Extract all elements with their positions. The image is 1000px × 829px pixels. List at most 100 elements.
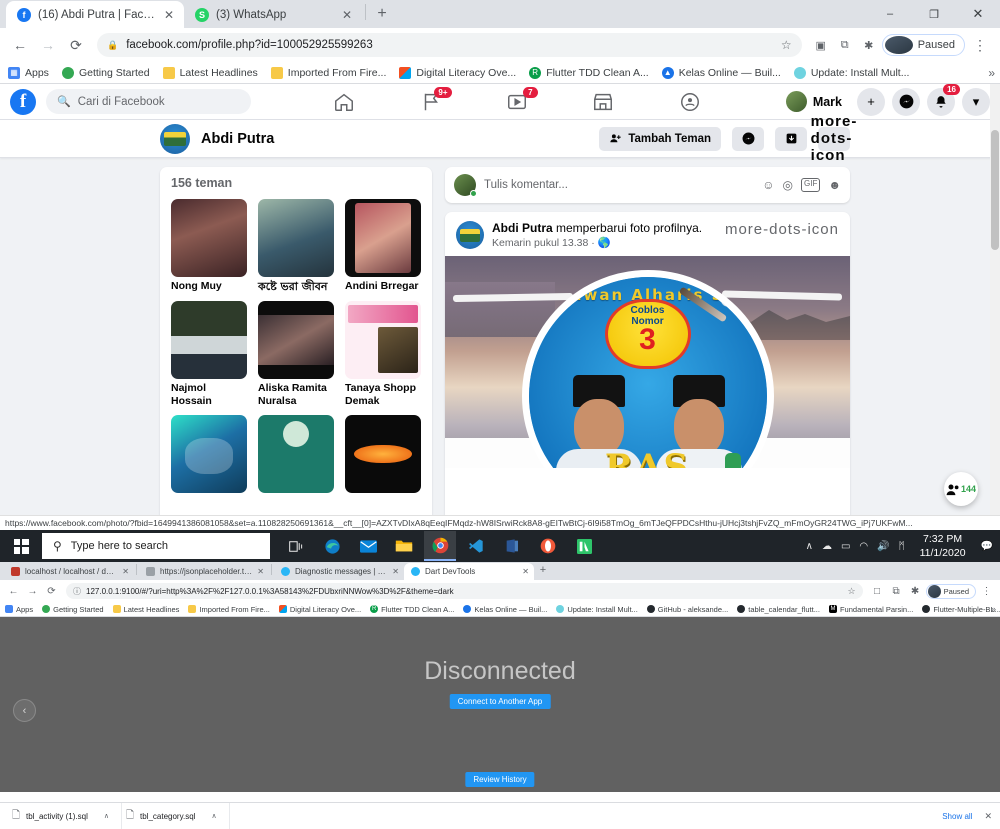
post-author-avatar[interactable]: [456, 221, 484, 249]
bookmark-apps[interactable]: Apps: [5, 605, 33, 614]
tab-diagnostic-messages[interactable]: Diagnostic messages | Dart ✕: [274, 563, 404, 580]
bookmark-flutter-tdd[interactable]: RFlutter TDD Clean A...: [370, 605, 454, 614]
extensions-puzzle-icon[interactable]: ✱: [858, 34, 880, 56]
bookmark-digital-literacy[interactable]: Digital Literacy Ove...: [399, 67, 516, 79]
account-menu-button[interactable]: ▾: [962, 88, 990, 116]
bookmark-update-install[interactable]: Update: Install Mult...: [556, 605, 637, 614]
bookmark-getting-started[interactable]: Getting Started: [62, 67, 150, 79]
bookmark-github-aleksander[interactable]: GitHub - aleksande...: [647, 605, 728, 614]
back-icon[interactable]: ←: [7, 32, 33, 58]
bookmark-update-install[interactable]: Update: Install Mult...: [794, 67, 910, 79]
opera-icon[interactable]: [532, 531, 564, 561]
bookmark-imported-from-firefox[interactable]: Imported From Fire...: [271, 67, 387, 79]
reload-icon[interactable]: ⟳: [43, 583, 60, 600]
back-icon[interactable]: ←: [5, 583, 22, 600]
start-button[interactable]: [0, 530, 42, 562]
chevron-up-icon[interactable]: ∧: [104, 812, 109, 820]
nav-home[interactable]: [324, 88, 364, 116]
address-bar-2[interactable]: ⓘ 127.0.0.1:9100/#/?uri=http%3A%2F%2F127…: [66, 583, 863, 599]
screenshot-extension-icon[interactable]: ⧉: [888, 583, 905, 600]
friend-item[interactable]: Tanaya Shopp Demak: [345, 301, 421, 408]
forward-icon[interactable]: →: [24, 583, 41, 600]
chrome-menu-icon[interactable]: ⋮: [978, 583, 995, 600]
screenshot-extension-icon[interactable]: ⧉: [834, 34, 856, 56]
pocket-extension-icon[interactable]: ▣: [810, 34, 832, 56]
post-more-icon[interactable]: more-dots-icon: [725, 221, 839, 238]
clock[interactable]: 7:32 PM 11/1/2020: [914, 532, 972, 560]
friend-item[interactable]: [258, 415, 334, 493]
show-hidden-icons[interactable]: ∧: [806, 541, 813, 552]
nav-pages[interactable]: 9+: [411, 88, 451, 116]
volume-icon[interactable]: 🔊: [877, 541, 889, 552]
bookmark-star-icon[interactable]: ☆: [781, 38, 792, 52]
maximize-button[interactable]: ❐: [912, 0, 956, 28]
comment-input[interactable]: Tulis komentar...: [484, 179, 754, 191]
new-tab-button[interactable]: +: [369, 1, 395, 27]
messenger-button[interactable]: [892, 88, 920, 116]
review-history-button[interactable]: Review History: [465, 772, 534, 787]
new-tab-button[interactable]: +: [534, 561, 552, 579]
comment-composer[interactable]: Tulis komentar... ☺ ◎ GIF ☻: [445, 167, 850, 203]
chat-bubble[interactable]: 144: [944, 472, 978, 506]
friend-item[interactable]: কষ্টে ভরা জীবন: [258, 199, 334, 294]
close-icon[interactable]: ✕: [122, 567, 129, 576]
mail-icon[interactable]: [352, 531, 384, 561]
onedrive-icon[interactable]: ☁: [822, 541, 832, 552]
bookmark-table-calendar[interactable]: table_calendar_flutt...: [737, 605, 820, 614]
chrome-menu-icon[interactable]: ⋮: [967, 32, 993, 58]
notification-icon[interactable]: 💬: [981, 541, 993, 552]
close-icon[interactable]: ✕: [257, 567, 264, 576]
extension-icon-1[interactable]: □: [869, 583, 886, 600]
word-icon[interactable]: [496, 531, 528, 561]
tab-jsonplaceholder[interactable]: https://jsonplaceholder.typicode ✕: [139, 563, 269, 580]
scrollbar-thumb[interactable]: [991, 130, 999, 250]
friend-item[interactable]: Nong Muy: [171, 199, 247, 294]
more-options-button[interactable]: more-dots-icon: [818, 127, 850, 151]
account-chip[interactable]: Mark: [783, 89, 850, 114]
bookmark-digital-literacy[interactable]: Digital Literacy Ove...: [279, 605, 361, 614]
bookmarks-overflow-icon[interactable]: »: [988, 66, 995, 80]
back-arrow-button[interactable]: ‹: [13, 699, 36, 722]
profile-avatar[interactable]: [160, 124, 190, 154]
bookmark-kelas-online[interactable]: ▲Kelas Online — Buil...: [662, 67, 781, 79]
info-icon[interactable]: ⓘ: [73, 586, 81, 597]
profile-paused-chip[interactable]: Paused: [882, 34, 965, 56]
camera-icon[interactable]: ◎: [783, 178, 793, 192]
file-explorer-icon[interactable]: [388, 531, 420, 561]
bookmark-getting-started[interactable]: Getting Started: [42, 605, 103, 614]
connect-to-another-app-button[interactable]: Connect to Another App: [450, 694, 551, 709]
profile-paused-chip-2[interactable]: Paused: [926, 584, 976, 599]
gif-icon[interactable]: GIF: [801, 178, 820, 192]
bookmarks-overflow-icon[interactable]: »: [991, 604, 996, 614]
bookmark-flutter-multiple-bloc[interactable]: Flutter-Multiple-BL...: [922, 605, 1000, 614]
create-button[interactable]: +: [857, 88, 885, 116]
search-input[interactable]: 🔍 Cari di Facebook: [46, 89, 251, 114]
bookmark-latest-headlines[interactable]: Latest Headlines: [113, 605, 180, 614]
edge-icon[interactable]: [316, 531, 348, 561]
forward-icon[interactable]: →: [35, 32, 61, 58]
bookmark-fundamental-parsing[interactable]: MFundamental Parsin...: [829, 605, 913, 614]
bluetooth-icon[interactable]: ᛗ: [899, 541, 905, 552]
emoji-icon[interactable]: ☺: [762, 178, 774, 192]
close-icon[interactable]: ✕: [163, 8, 175, 22]
tab-facebook[interactable]: f (16) Abdi Putra | Facebook ✕: [6, 1, 184, 28]
minimize-button[interactable]: –: [868, 0, 912, 28]
chevron-up-icon[interactable]: ∧: [211, 812, 216, 820]
download-item[interactable]: 🗋 tbl_category.sql ∧: [122, 803, 230, 829]
friend-item[interactable]: Aliska Ramita Nuralsa: [258, 301, 334, 408]
friend-item[interactable]: [345, 415, 421, 493]
close-button[interactable]: ✕: [956, 0, 1000, 28]
nav-groups[interactable]: [670, 88, 710, 116]
tab-dart-devtools[interactable]: Dart DevTools ✕: [404, 563, 534, 580]
add-friend-button[interactable]: Tambah Teman: [599, 127, 721, 151]
address-bar[interactable]: 🔒 facebook.com/profile.php?id=1000529255…: [97, 33, 802, 57]
wifi-icon[interactable]: ◠: [859, 541, 868, 552]
show-all-downloads-link[interactable]: Show all: [942, 812, 972, 821]
post-author[interactable]: Abdi Putra: [492, 221, 553, 235]
sticker-icon[interactable]: ☻: [828, 178, 841, 192]
chrome-icon[interactable]: [424, 531, 456, 561]
close-icon[interactable]: ✕: [392, 567, 399, 576]
post-image[interactable]: Relawan Alharis Sani Coblos Nomor 3: [445, 256, 850, 468]
facebook-logo-icon[interactable]: f: [10, 89, 36, 115]
close-icon[interactable]: ✕: [341, 8, 353, 22]
